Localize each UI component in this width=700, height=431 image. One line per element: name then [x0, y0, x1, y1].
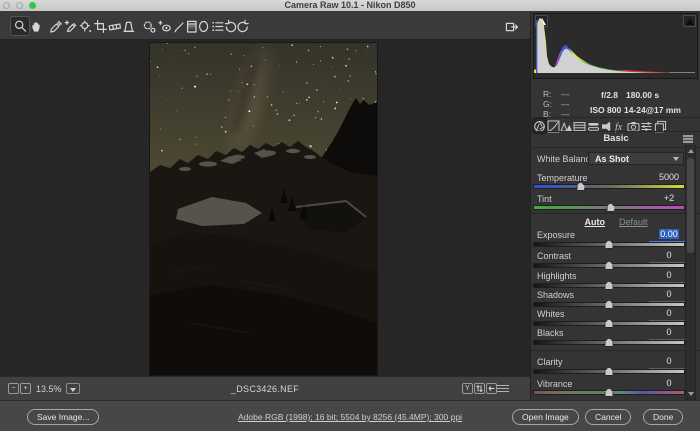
- whites-slider-row: Whites 0: [531, 309, 700, 329]
- copy-arrow-icon: [487, 384, 496, 393]
- contrast-slider-row: Contrast 0: [531, 251, 700, 271]
- tint-slider-thumb[interactable]: [606, 203, 615, 212]
- highlights-slider-thumb[interactable]: [605, 281, 614, 290]
- contrast-label: Contrast: [537, 251, 571, 261]
- vibrance-slider-thumb[interactable]: [605, 388, 614, 397]
- contrast-slider-thumb[interactable]: [605, 261, 614, 270]
- clarity-label: Clarity: [537, 357, 563, 367]
- auto-default-row: Auto Default: [531, 217, 700, 227]
- clarity-slider-track[interactable]: [533, 369, 685, 374]
- shadows-slider-thumb[interactable]: [605, 300, 614, 309]
- swap-before-after-button[interactable]: [474, 383, 485, 394]
- toggle-fullscreen-button[interactable]: [502, 17, 520, 35]
- g-label: G:: [543, 99, 552, 109]
- white-balance-dropdown[interactable]: As Shot: [588, 152, 684, 165]
- fullscreen-icon: [504, 19, 519, 34]
- before-after-menu-icon[interactable]: [497, 385, 509, 394]
- panel-header: Basic: [531, 133, 700, 145]
- scrollbar-thumb[interactable]: [687, 158, 694, 253]
- hand-tool-button[interactable]: [27, 17, 45, 35]
- clarity-slider-row: Clarity 0: [531, 357, 700, 377]
- blacks-slider-row: Blacks 0: [531, 328, 700, 348]
- exposure-slider-row: Exposure 0.00: [531, 230, 700, 250]
- preview-status-bar: − + 13.5% _DSC3426.NEF Y: [0, 376, 530, 400]
- rotate-right-button[interactable]: [233, 17, 251, 35]
- blacks-label: Blacks: [537, 328, 564, 338]
- blacks-slider-track[interactable]: [533, 340, 685, 345]
- footer-bar: Save Image... Adobe RGB (1998); 16 bit; …: [0, 400, 700, 431]
- before-after-cycle-button[interactable]: Y: [462, 383, 473, 394]
- contrast-value-field[interactable]: 0: [649, 250, 689, 263]
- exif-lens: 14-24@17 mm: [624, 105, 681, 115]
- shadows-label: Shadows: [537, 290, 574, 300]
- g-value: ---: [561, 99, 570, 109]
- contrast-slider-track[interactable]: [533, 263, 685, 268]
- image-preview-area[interactable]: [0, 40, 530, 376]
- copy-settings-button[interactable]: [486, 383, 497, 394]
- chevron-down-icon: [673, 157, 679, 161]
- default-link[interactable]: Default: [619, 217, 648, 227]
- transform-icon: [121, 19, 136, 34]
- whites-slider-track[interactable]: [533, 321, 685, 326]
- exif-aperture: f/2.8: [601, 90, 618, 100]
- exposure-value-field[interactable]: 0.00: [649, 229, 689, 243]
- rotate-right-icon: [235, 19, 250, 34]
- done-button[interactable]: Done: [643, 409, 683, 425]
- panel-menu-icon[interactable]: [683, 135, 693, 143]
- photo-night-landscape[interactable]: [150, 43, 377, 375]
- blacks-value-field[interactable]: 0: [649, 327, 689, 340]
- zoom-icon: [13, 19, 28, 34]
- tint-label: Tint: [537, 194, 552, 204]
- highlights-value-field[interactable]: 0: [649, 270, 689, 283]
- transform-tool-button[interactable]: [119, 17, 137, 35]
- clarity-slider-thumb[interactable]: [605, 367, 614, 376]
- vibrance-slider-row: Vibrance 0: [531, 379, 700, 399]
- whites-value-field[interactable]: 0: [649, 308, 689, 321]
- exif-iso: ISO 800: [590, 105, 621, 115]
- exif-shutter: 180.00 s: [626, 90, 659, 100]
- exposure-slider-thumb[interactable]: [605, 240, 614, 249]
- r-value: ---: [561, 89, 570, 99]
- filename: _DSC3426.NEF: [0, 384, 530, 394]
- tint-slider-row: Tint +2: [531, 194, 700, 214]
- r-label: R:: [543, 89, 552, 99]
- camera-raw-window: Camera Raw 10.1 - Nikon D850: [0, 0, 700, 431]
- temperature-slider-row: Temperature 5000: [531, 173, 700, 193]
- exposure-slider-track[interactable]: [533, 242, 685, 247]
- scroll-up-icon[interactable]: [688, 149, 694, 153]
- whites-label: Whites: [537, 309, 565, 319]
- blacks-slider-thumb[interactable]: [605, 338, 614, 347]
- vibrance-slider-track[interactable]: [533, 390, 685, 395]
- open-image-button[interactable]: Open Image: [512, 409, 579, 425]
- white-balance-value: As Shot: [595, 154, 629, 164]
- cancel-button[interactable]: Cancel: [585, 409, 631, 425]
- highlights-slider-row: Highlights 0: [531, 271, 700, 291]
- adjustments-panel: R:--- G:--- B:--- f/2.8 180.00 s ISO 800…: [530, 11, 700, 400]
- auto-link[interactable]: Auto: [584, 217, 605, 227]
- highlights-slider-track[interactable]: [533, 283, 685, 288]
- temperature-slider-thumb[interactable]: [576, 182, 585, 191]
- titlebar: Camera Raw 10.1 - Nikon D850: [0, 0, 700, 11]
- temperature-label: Temperature: [537, 173, 588, 183]
- shadows-slider-track[interactable]: [533, 302, 685, 307]
- clarity-value-field[interactable]: 0: [649, 356, 689, 369]
- white-balance-row: White Balance: As Shot: [531, 152, 700, 166]
- vibrance-label: Vibrance: [537, 379, 572, 389]
- panel-scrollbar[interactable]: [685, 145, 696, 400]
- tint-slider-track[interactable]: [533, 205, 685, 210]
- histogram-chart: [534, 14, 697, 78]
- window-title: Camera Raw 10.1 - Nikon D850: [0, 0, 700, 11]
- toolbar: [0, 11, 530, 40]
- hand-icon: [29, 19, 44, 34]
- whites-slider-thumb[interactable]: [605, 319, 614, 328]
- temperature-slider-track[interactable]: [533, 184, 685, 189]
- highlights-label: Highlights: [537, 271, 577, 281]
- swap-arrows-icon: [475, 384, 484, 393]
- shadows-slider-row: Shadows 0: [531, 290, 700, 310]
- shadows-value-field[interactable]: 0: [649, 289, 689, 302]
- exposure-label: Exposure: [537, 230, 575, 240]
- histogram[interactable]: [533, 13, 698, 79]
- image-info-block: R:--- G:--- B:--- f/2.8 180.00 s ISO 800…: [531, 87, 700, 119]
- scroll-down-icon[interactable]: [688, 392, 694, 396]
